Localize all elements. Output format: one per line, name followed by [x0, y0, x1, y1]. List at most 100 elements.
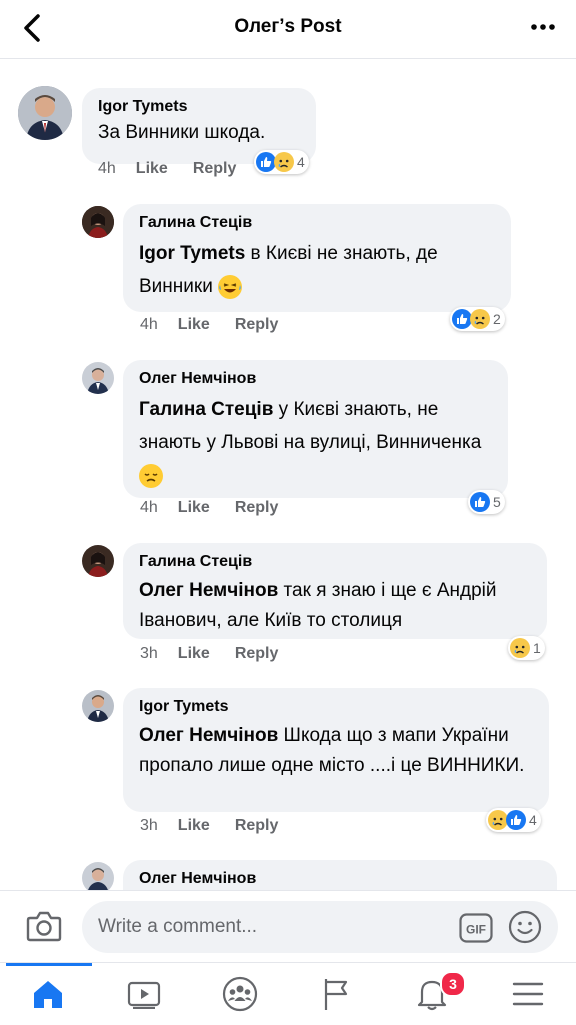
person-photo-icon [82, 862, 114, 890]
gif-icon: GIF [459, 913, 493, 943]
avatar[interactable] [82, 545, 114, 577]
person-photo-icon [18, 86, 72, 140]
avatar[interactable] [18, 86, 72, 140]
active-tab-indicator [6, 963, 92, 966]
tab-home[interactable] [0, 963, 96, 1025]
bottom-tab-bar: 3 [0, 962, 576, 1025]
comment-actions: 4h Like Reply [140, 316, 278, 334]
smiley-icon [508, 910, 542, 944]
mention-link[interactable]: Igor Tymets [139, 243, 245, 264]
reply-button[interactable]: Reply [235, 645, 279, 663]
home-icon [34, 981, 62, 1008]
avatar[interactable] [82, 206, 114, 238]
comment-body: За Винники шкода. [98, 122, 266, 143]
post-header: Олег’s Post [0, 0, 576, 59]
reaction-count: 4 [529, 812, 537, 828]
reaction-summary[interactable]: 4 [486, 808, 541, 832]
comment-author[interactable]: Галина Стеців [139, 214, 495, 232]
tab-menu[interactable] [480, 963, 576, 1025]
comment-author[interactable]: Галина Стеців [139, 553, 531, 571]
reaction-summary[interactable]: 1 [508, 636, 545, 660]
comment-text: Igor Tymets в Києві не знають, де Винник… [139, 237, 495, 303]
laughing-emoji-icon [218, 274, 243, 299]
comment-time: 4h [98, 160, 116, 177]
comment-composer: GIF [0, 890, 576, 963]
comment-bubble: Олег Немчінов Галина Стеців у Києві знаю… [123, 360, 508, 498]
comment-text: За Винники шкода. [98, 121, 300, 145]
like-button[interactable]: Like [136, 160, 168, 178]
reply-button[interactable]: Reply [235, 499, 279, 517]
comment-author[interactable]: Igor Tymets [98, 98, 300, 116]
reply-button[interactable]: Reply [235, 817, 279, 835]
notification-badge: 3 [440, 971, 466, 997]
tab-watch[interactable] [96, 963, 192, 1025]
reaction-count: 1 [533, 640, 541, 656]
comment-time: 3h [140, 645, 158, 662]
mention-link[interactable]: Олег Немчінов [139, 580, 278, 601]
comment-author[interactable]: Олег Немчінов [139, 370, 492, 388]
avatar[interactable] [82, 690, 114, 722]
person-photo-icon [82, 545, 114, 577]
like-button[interactable]: Like [178, 645, 210, 663]
comment-time: 3h [140, 817, 158, 834]
comment-bubble: Igor Tymets Олег Немчінов Шкода що з мап… [123, 688, 549, 812]
tab-notifications[interactable]: 3 [384, 963, 480, 1025]
comment-text: Олег Немчінов Шкода що з мапи України пр… [139, 721, 533, 781]
person-photo-icon [82, 690, 114, 722]
reaction-count: 4 [297, 154, 305, 170]
mention-link[interactable]: Олег Немчінов [139, 725, 278, 746]
reaction-count: 5 [493, 494, 501, 510]
hamburger-menu-icon [512, 982, 544, 1006]
reaction-summary[interactable]: 5 [468, 490, 505, 514]
flag-icon [324, 979, 348, 1010]
gif-label: GIF [466, 923, 486, 937]
more-options-button[interactable] [530, 14, 556, 40]
page-title: Олег’s Post [234, 16, 342, 37]
camera-icon [26, 911, 62, 942]
like-button[interactable]: Like [178, 817, 210, 835]
like-icon [506, 810, 526, 830]
reply-button[interactable]: Reply [235, 316, 279, 334]
camera-button[interactable] [26, 909, 62, 943]
comment-bubble: Олег Немчінов [123, 860, 557, 890]
avatar[interactable] [82, 862, 114, 890]
person-photo-icon [82, 362, 114, 394]
comment-author[interactable]: Олег Немчінов [139, 870, 541, 888]
watch-video-icon [127, 981, 161, 1009]
avatar[interactable] [82, 362, 114, 394]
mention-link[interactable]: Галина Стеців [139, 399, 273, 420]
sad-icon [488, 810, 508, 830]
like-icon [470, 492, 490, 512]
comments-list[interactable]: Igor Tymets За Винники шкода. 4h Like Repl… [0, 58, 576, 890]
sad-icon [510, 638, 530, 658]
comment-bubble: Галина Стеців Igor Tymets в Києві не зна… [123, 204, 511, 312]
comment-text: Галина Стеців у Києві знають, не знають … [139, 393, 492, 492]
like-button[interactable]: Like [178, 316, 210, 334]
sad-icon [274, 152, 294, 172]
comment-actions: 4h Like Reply [140, 499, 278, 517]
reaction-summary[interactable]: 4 [254, 150, 309, 174]
comment-author[interactable]: Igor Tymets [139, 698, 533, 716]
reaction-summary[interactable]: 2 [450, 307, 505, 331]
like-icon [256, 152, 276, 172]
groups-icon [222, 976, 258, 1012]
comment-text: Олег Немчінов так я знаю і ще є Андрій І… [139, 576, 531, 636]
more-horizontal-icon [531, 24, 555, 30]
like-button[interactable]: Like [178, 499, 210, 517]
tab-pages[interactable] [288, 963, 384, 1025]
comment-time: 4h [140, 316, 158, 333]
emoji-button[interactable] [508, 910, 542, 944]
comment-time: 4h [140, 499, 158, 516]
comment-actions: 4h Like Reply [98, 160, 236, 178]
reply-button[interactable]: Reply [193, 160, 237, 178]
gif-button[interactable]: GIF [459, 913, 493, 943]
sad-icon [470, 309, 490, 329]
comment-bubble: Галина Стеців Олег Немчінов так я знаю і… [123, 543, 547, 639]
tab-groups[interactable] [192, 963, 288, 1025]
reaction-count: 2 [493, 311, 501, 327]
like-icon [452, 309, 472, 329]
disappointed-emoji-icon [139, 463, 163, 488]
person-photo-icon [82, 206, 114, 238]
comment-actions: 3h Like Reply [140, 817, 278, 835]
comment-actions: 3h Like Reply [140, 645, 278, 663]
